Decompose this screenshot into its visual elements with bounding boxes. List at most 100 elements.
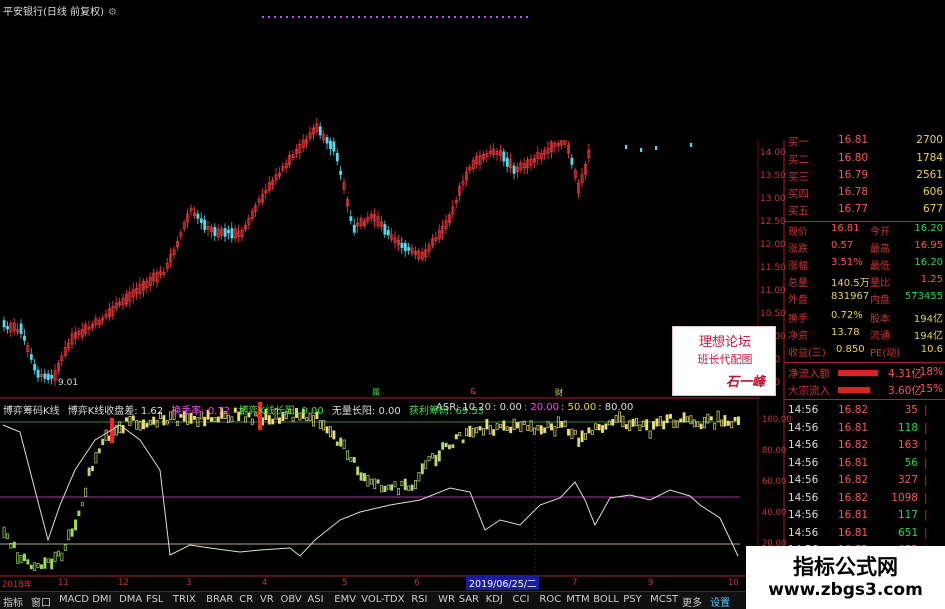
indicator-bar [699,423,703,430]
indicator-bar [12,541,16,549]
indicator-bar [716,410,720,423]
bid-row[interactable]: 买三 16.79 2561 [786,169,945,185]
divider [784,362,945,363]
date-label: 9 [648,578,654,588]
indicator-bar [104,429,108,441]
dot-marker [406,16,408,18]
indicator-bar [604,423,608,430]
tab-1[interactable]: 窗口 [31,594,51,609]
tab-13[interactable]: VOL-TDX [361,594,404,605]
indicator-bar [573,429,577,435]
bid-row[interactable]: 买五 16.77 677 [786,203,945,219]
bid-row[interactable]: 买二 16.80 1784 [786,152,945,168]
indicator-bar [366,475,370,487]
indicator-bar [369,478,373,485]
indicator-bar [672,419,676,429]
indicator-bar [210,417,213,422]
indicator-bar [618,411,621,423]
indicator-bar [271,418,275,425]
ind-axis-tick: 100.00 [762,415,792,425]
tab-25[interactable]: 设置 [710,594,730,609]
indicator-bar [203,416,207,427]
tab-2[interactable]: MACD [59,594,89,605]
indicator-bar [468,425,472,437]
candle [213,226,217,236]
indicator-bar [376,479,380,484]
date-label: 10 [728,578,739,588]
tab-8[interactable]: CR [239,594,253,605]
tab-15[interactable]: WR [438,594,455,605]
indicator-bar [669,413,672,419]
indicator-bar [590,430,594,435]
tab-5[interactable]: FSL [146,594,164,605]
tab-20[interactable]: MTM [566,594,589,605]
tab-22[interactable]: PSY [623,594,642,605]
indicator-bar [539,425,543,435]
stamp-line1: 理想论坛 [698,335,751,350]
candle [690,143,693,147]
indicator-bar [410,484,414,491]
tab-12[interactable]: EMV [334,594,356,605]
event-mark[interactable]: 属 [372,387,380,398]
tab-16[interactable]: SAR [459,594,479,605]
indicator-bar [386,484,390,490]
indicator-bar [726,420,730,426]
tab-9[interactable]: VR [260,594,274,605]
tab-19[interactable]: ROC [539,594,561,605]
dot-marker [346,16,348,18]
tab-4[interactable]: DMA [119,594,142,605]
indicator-bar [686,416,689,422]
indicator-name[interactable]: 博弈筹码K线 [3,406,60,417]
indicator-bar [536,425,540,431]
bid-row[interactable]: 买一 16.81 2700 [786,134,945,150]
tab-0[interactable]: 指标 [3,594,23,609]
candle [335,153,339,162]
candle [199,218,203,223]
tab-6[interactable]: TRIX [173,594,196,605]
candle [6,326,9,330]
indicator-bar [424,460,428,469]
indicator-bar [40,564,43,570]
dot-marker [448,16,450,18]
tab-14[interactable]: RSI [411,594,427,605]
dot-marker [328,16,330,18]
dot-marker [418,16,420,18]
dot-marker [496,16,498,18]
tab-3[interactable]: DMI [92,594,111,605]
indicator-bar [46,558,50,563]
indicator-bar [679,418,683,423]
tick-row: 14:56 16.82 1098 | [788,491,928,504]
indicator-bar [662,420,666,430]
event-mark[interactable]: 财 [555,387,563,398]
dot-marker [430,16,432,18]
indicator-bar [155,419,159,428]
indicator-bar [403,478,407,491]
tab-17[interactable]: KDJ [486,594,503,605]
candle [570,157,574,165]
tab-23[interactable]: MCST [650,594,678,605]
indicator-bar [448,444,451,450]
candle [33,363,37,371]
tick-row: 14:56 16.82 327 | [788,474,928,486]
indicator-bar [703,417,706,429]
dot-marker [376,16,378,18]
dot-marker [502,16,504,18]
indicator-bar [50,558,54,570]
candle [332,141,336,152]
indicator-bar [84,487,88,497]
tab-7[interactable]: BRAR [206,594,233,605]
indicator-bar [488,425,492,435]
tab-21[interactable]: BOLL [593,594,619,605]
indicator-bar [359,472,363,481]
tab-18[interactable]: CCI [513,594,530,605]
indicator-bar [87,467,91,476]
tab-11[interactable]: ASI [307,594,323,605]
tab-24[interactable]: 更多 [682,594,702,609]
tab-10[interactable]: OBV [281,594,302,605]
indicator-bar [441,442,445,450]
candle [403,242,407,252]
event-mark[interactable]: & [470,387,476,396]
ind-axis-tick: 40.00 [762,508,787,518]
gear-icon[interactable]: ⚙ [108,7,117,18]
bid-row[interactable]: 买四 16.78 606 [786,186,945,202]
